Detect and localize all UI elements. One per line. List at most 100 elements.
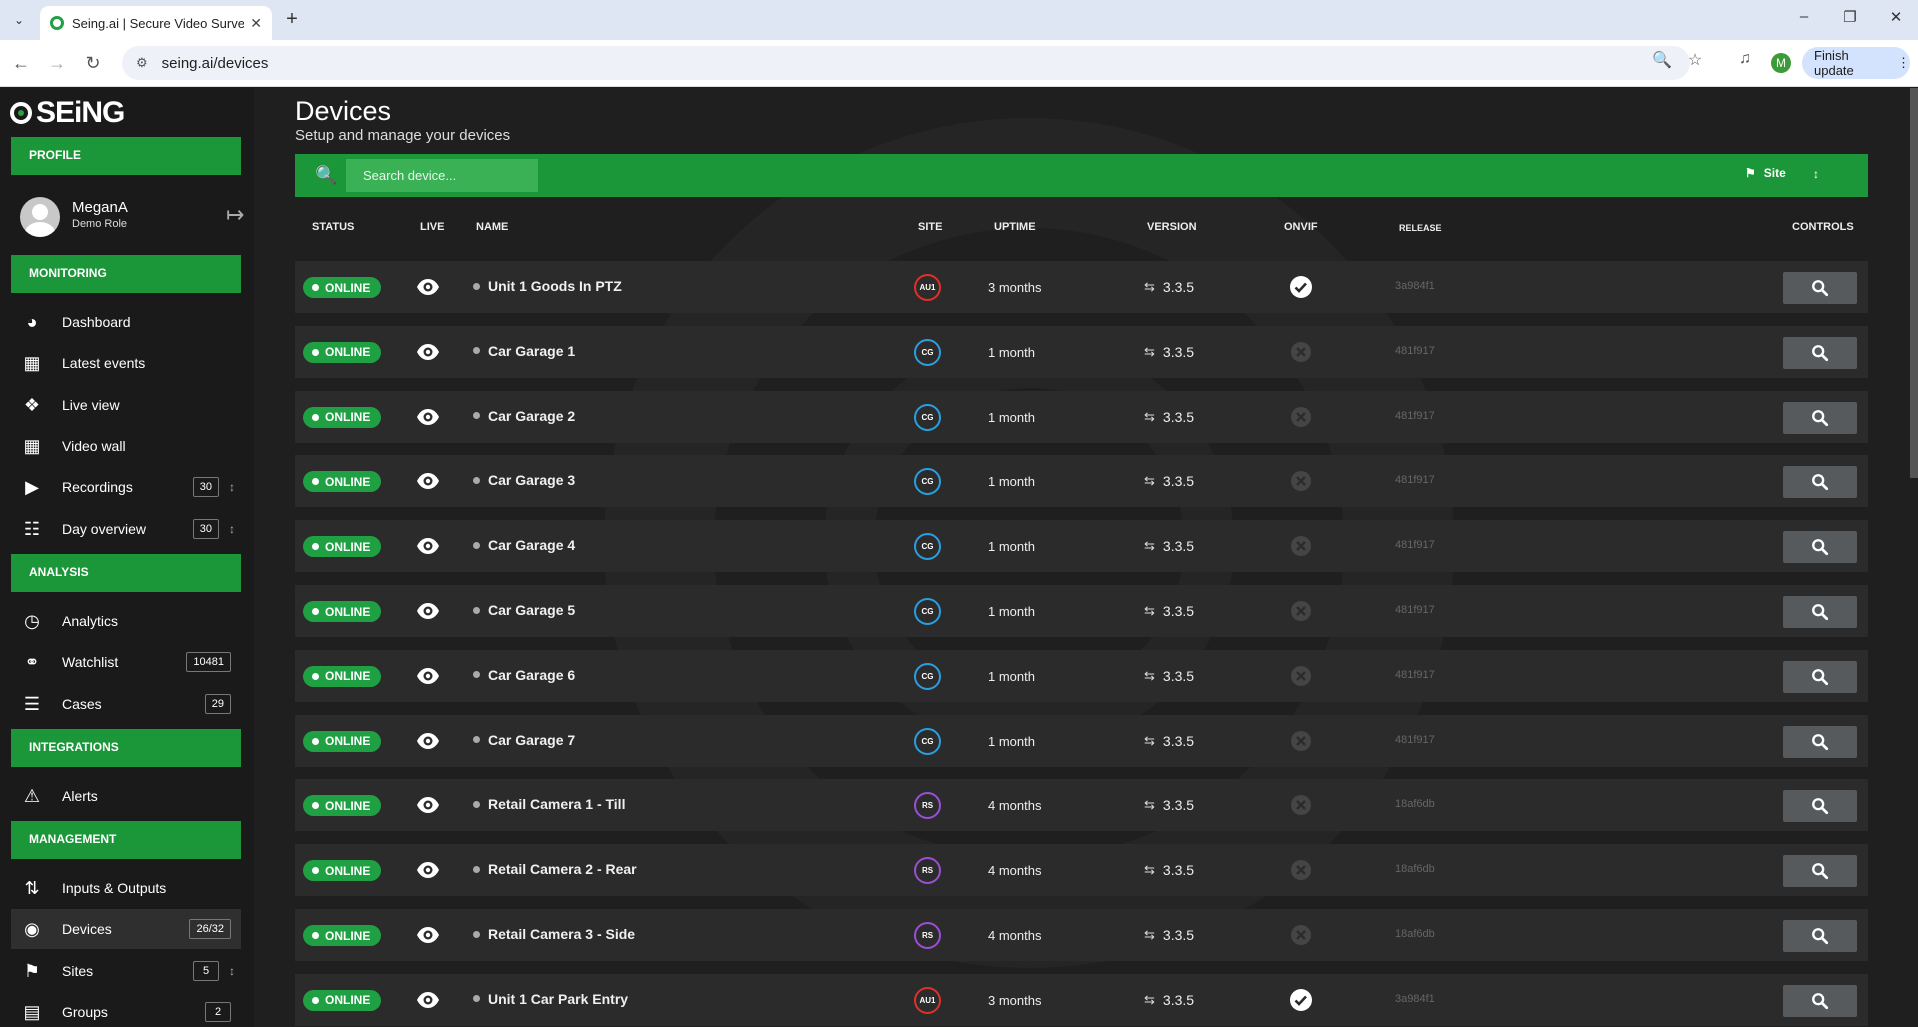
device-name[interactable]: Car Garage 4	[473, 537, 575, 553]
inspect-device-button[interactable]	[1783, 336, 1857, 369]
browser-tab[interactable]: Seing.ai | Secure Video Surveillance ✕	[40, 6, 272, 40]
inspect-device-button[interactable]	[1783, 790, 1857, 823]
inspect-device-button[interactable]	[1783, 725, 1857, 758]
media-controls-icon[interactable]: ♫	[1734, 50, 1756, 72]
inspect-device-button[interactable]	[1783, 401, 1857, 434]
expand-icon[interactable]: ↕	[1813, 167, 1819, 181]
live-eye-icon[interactable]	[416, 731, 440, 751]
sidebar-item-live-view[interactable]: ❖ Live view	[11, 385, 241, 425]
zoom-icon[interactable]: 🔍	[1651, 50, 1673, 72]
live-eye-icon[interactable]	[416, 795, 440, 815]
device-name[interactable]: Car Garage 3	[473, 472, 575, 488]
site-badge[interactable]: CG	[914, 662, 941, 690]
device-name[interactable]: Retail Camera 3 - Side	[473, 926, 635, 942]
restore-button[interactable]: ❐	[1830, 8, 1870, 32]
device-name[interactable]: Car Garage 5	[473, 602, 575, 618]
site-badge[interactable]: CG	[914, 598, 941, 625]
site-badge[interactable]: AU1	[914, 986, 941, 1014]
live-eye-icon[interactable]	[416, 601, 440, 621]
table-row[interactable]: ONLINE Retail Camera 3 - Side RS 4 months ⇆ 3…	[295, 909, 1868, 961]
col-uptime[interactable]: UPTIME	[994, 221, 1036, 233]
col-controls[interactable]: CONTROLS	[1792, 221, 1854, 233]
site-badge[interactable]: RS	[914, 857, 941, 885]
sidebar-item-recordings[interactable]: ▶ Recordings 30 ↕	[11, 467, 241, 507]
version-cell[interactable]: ⇆ 3.3.5	[1144, 344, 1194, 360]
site-badge[interactable]: RS	[914, 792, 941, 820]
url-field[interactable]: ⚙ seing.ai/devices	[122, 46, 1690, 80]
site-badge[interactable]: CG	[914, 338, 941, 366]
version-cell[interactable]: ⇆ 3.3.5	[1144, 279, 1194, 295]
inspect-device-button[interactable]	[1783, 531, 1857, 564]
sidebar-item-watchlist[interactable]: ⚭ Watchlist 10481	[11, 642, 241, 682]
table-row[interactable]: ONLINE Retail Camera 2 - Rear RS 4 months ⇆ 3…	[295, 844, 1868, 897]
device-name[interactable]: Car Garage 6	[473, 667, 575, 683]
sidebar-item-devices[interactable]: ◉ Devices 26/32	[11, 909, 241, 949]
col-release[interactable]: RELEASE	[1399, 223, 1442, 233]
sidebar-item-alerts[interactable]: ⚠ Alerts	[11, 776, 241, 816]
table-row[interactable]: ONLINE Car Garage 7 CG 1 month ⇆ 3.3.5 481f917	[295, 714, 1868, 767]
inspect-device-button[interactable]	[1783, 920, 1857, 952]
device-name[interactable]: Car Garage 2	[473, 408, 575, 424]
expand-icon[interactable]: ↕	[229, 964, 235, 978]
back-arrow-icon[interactable]: ←	[10, 52, 32, 74]
site-filter-button[interactable]: ⚑ Site	[1745, 166, 1786, 180]
col-version[interactable]: VERSION	[1147, 221, 1197, 233]
live-eye-icon[interactable]	[416, 277, 440, 297]
browser-profile-avatar[interactable]: M	[1771, 53, 1791, 73]
sidebar-item-analytics[interactable]: ◷ Analytics	[11, 601, 241, 641]
live-eye-icon[interactable]	[416, 860, 440, 880]
new-tab-button[interactable]: +	[280, 8, 304, 32]
version-cell[interactable]: ⇆ 3.3.5	[1144, 409, 1194, 425]
site-badge[interactable]: CG	[914, 403, 941, 431]
live-eye-icon[interactable]	[416, 990, 440, 1010]
table-row[interactable]: ONLINE Unit 1 Car Park Entry AU1 3 months ⇆ 3…	[295, 973, 1868, 1026]
table-row[interactable]: ONLINE Car Garage 2 CG 1 month ⇆ 3.3.5 481f917	[295, 390, 1868, 443]
sidebar-item-video-wall[interactable]: ▦ Video wall	[11, 426, 241, 466]
minimize-button[interactable]: –	[1784, 8, 1824, 32]
live-eye-icon[interactable]	[416, 666, 440, 686]
version-cell[interactable]: ⇆ 3.3.5	[1144, 862, 1194, 878]
inspect-device-button[interactable]	[1783, 466, 1857, 499]
live-eye-icon[interactable]	[416, 407, 440, 427]
tab-search-chevron-icon[interactable]: ⌄	[8, 9, 30, 31]
device-name[interactable]: Car Garage 1	[473, 343, 575, 359]
sidebar-item-inputs-outputs[interactable]: ⇅ Inputs & Outputs	[11, 868, 241, 908]
col-status[interactable]: STATUS	[312, 221, 354, 233]
table-row[interactable]: ONLINE Car Garage 6 CG 1 month ⇆ 3.3.5 481f917	[295, 649, 1868, 702]
table-row[interactable]: ONLINE Car Garage 1 CG 1 month ⇆ 3.3.5 481f917	[295, 325, 1868, 378]
site-badge[interactable]: CG	[914, 727, 941, 755]
reload-icon[interactable]: ↻	[82, 52, 104, 74]
forward-arrow-icon[interactable]: →	[46, 52, 68, 74]
table-row[interactable]: ONLINE Car Garage 4 CG 1 month ⇆ 3.3.5 481f917	[295, 520, 1868, 573]
version-cell[interactable]: ⇆ 3.3.5	[1144, 668, 1194, 684]
live-eye-icon[interactable]	[416, 342, 440, 362]
site-badge[interactable]: AU1	[914, 274, 941, 301]
table-row[interactable]: ONLINE Car Garage 3 CG 1 month ⇆ 3.3.5 481f917	[295, 455, 1868, 508]
col-live[interactable]: LIVE	[420, 221, 444, 233]
inspect-device-button[interactable]	[1783, 272, 1857, 304]
page-scrollbar[interactable]	[1910, 88, 1918, 478]
device-name[interactable]: Retail Camera 1 - Till	[473, 796, 625, 812]
live-eye-icon[interactable]	[416, 925, 440, 945]
inspect-device-button[interactable]	[1783, 984, 1857, 1017]
more-menu-icon[interactable]: ⋮	[1897, 55, 1910, 71]
device-name[interactable]: Retail Camera 2 - Rear	[473, 861, 637, 877]
finish-update-button[interactable]: Finish update ⋮	[1802, 47, 1910, 79]
live-eye-icon[interactable]	[416, 536, 440, 556]
close-window-button[interactable]: ✕	[1876, 8, 1916, 32]
sidebar-item-cases[interactable]: ☰ Cases 29	[11, 684, 241, 724]
version-cell[interactable]: ⇆ 3.3.5	[1144, 603, 1194, 619]
seing-logo[interactable]: SEiNG	[10, 96, 125, 130]
sidebar-item-groups[interactable]: ▤ Groups 2	[11, 992, 241, 1027]
bookmark-star-icon[interactable]: ☆	[1684, 50, 1706, 72]
inspect-device-button[interactable]	[1783, 596, 1857, 628]
site-info-icon[interactable]: ⚙	[136, 55, 148, 71]
sidebar-item-dashboard[interactable]: ◕ Dashboard	[11, 302, 241, 342]
inspect-device-button[interactable]	[1783, 855, 1857, 888]
inspect-device-button[interactable]	[1783, 660, 1857, 693]
sidebar-item-day-overview[interactable]: ☷ Day overview 30 ↕	[11, 509, 241, 549]
expand-icon[interactable]: ↕	[229, 480, 235, 494]
table-row[interactable]: ONLINE Retail Camera 1 - Till RS 4 months ⇆ 3…	[295, 779, 1868, 832]
col-onvif[interactable]: ONVIF	[1284, 221, 1318, 233]
site-badge[interactable]: CG	[914, 468, 941, 496]
